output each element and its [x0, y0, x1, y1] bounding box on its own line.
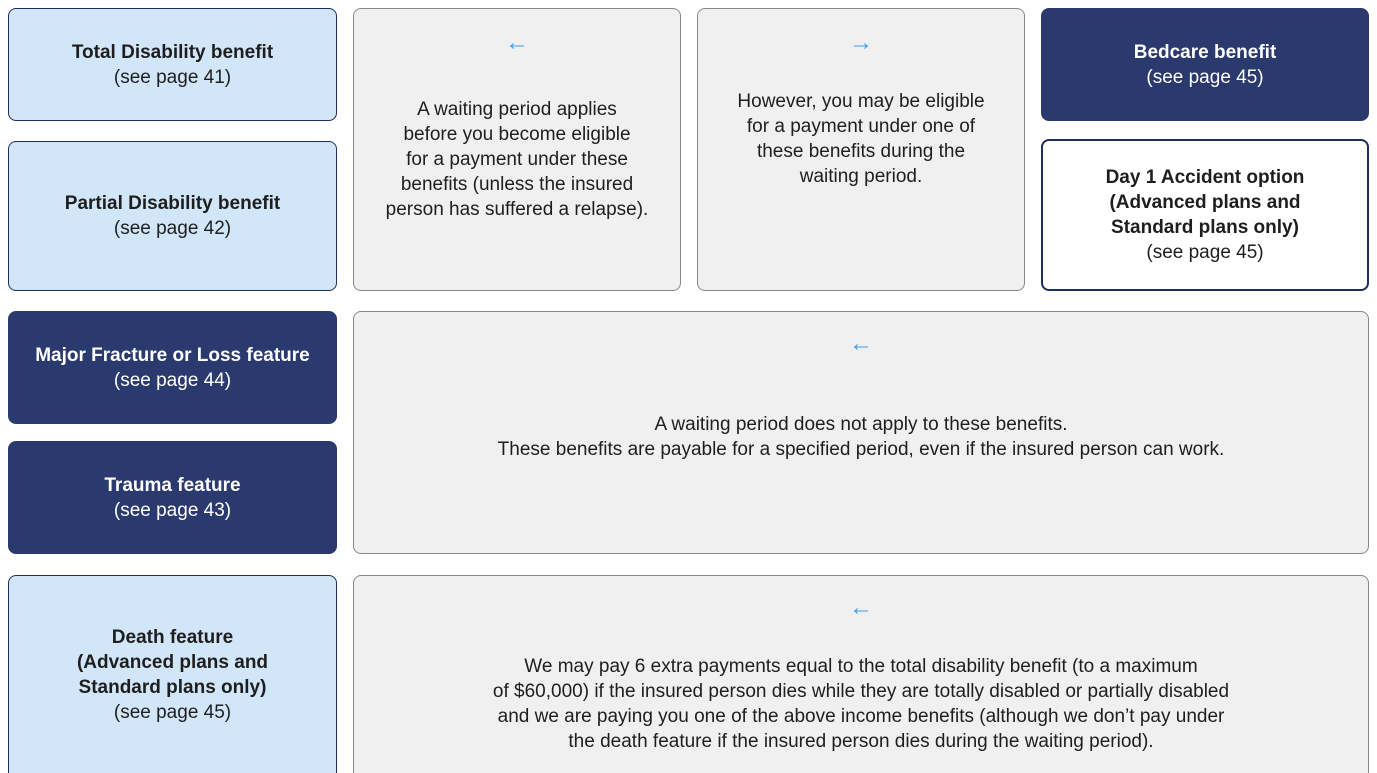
bedcare-ref: (see page 45) [1146, 66, 1264, 88]
text-line: A waiting period does not apply to these… [654, 413, 1068, 435]
arrow-left-icon: ← [849, 594, 873, 621]
total-disability-ref: (see page 41) [113, 66, 232, 88]
partial-disability-ref: (see page 42) [113, 218, 232, 239]
eligible-during-wait-note: → However, you may be eligible for a pay… [697, 8, 1025, 291]
bedcare-title: Bedcare benefit [1133, 41, 1277, 63]
trauma-title: Trauma feature [104, 474, 241, 496]
waiting-period-applies-note: ← A waiting period applies before you be… [353, 8, 681, 291]
text-line: for a payment under one of [746, 115, 976, 137]
death-feature-title-line-3: Standard plans only) [78, 676, 267, 698]
death-payments-note: ← We may pay 6 extra payments equal to t… [353, 575, 1369, 773]
text-line: However, you may be eligible [737, 90, 985, 112]
text-line: before you become eligible [403, 124, 631, 145]
text-line: These benefits are payable for a specifi… [497, 438, 1225, 460]
day1-accident-title-line-2: (Advanced plans and [1109, 192, 1301, 213]
bedcare-box: Bedcare benefit (see page 45) [1041, 8, 1369, 121]
death-feature-ref: (see page 45) [113, 701, 232, 723]
total-disability-title: Total Disability benefit [71, 41, 274, 63]
no-waiting-period-text: A waiting period does not apply to these… [486, 412, 1237, 462]
death-feature-title-line-1: Death feature [111, 626, 234, 648]
text-line: the death feature if the insured person … [568, 730, 1154, 752]
text-line: We may pay 6 extra payments equal to the… [524, 655, 1198, 677]
arrow-left-icon: ← [505, 29, 529, 56]
total-disability-box: Total Disability benefit (see page 41) [8, 8, 337, 121]
major-fracture-ref: (see page 44) [113, 369, 232, 391]
day1-accident-box: Day 1 Accident option (Advanced plans an… [1041, 139, 1369, 291]
death-feature-title-line-2: (Advanced plans and [76, 651, 269, 673]
eligible-during-wait-text: However, you may be eligible for a payme… [725, 89, 996, 189]
text-line: benefits (unless the insured [400, 174, 634, 195]
text-line: person has suffered a relapse). [385, 199, 649, 220]
partial-disability-box: Partial Disability benefit (see page 42) [8, 141, 337, 291]
text-line: for a payment under these [406, 149, 628, 170]
text-line: and we are paying you one of the above i… [497, 705, 1225, 727]
waiting-period-applies-text: A waiting period applies before you beco… [374, 97, 661, 222]
text-line: these benefits during the [756, 140, 966, 162]
trauma-ref: (see page 43) [113, 499, 232, 521]
death-feature-box: Death feature (Advanced plans and Standa… [8, 575, 337, 773]
arrow-right-icon: → [849, 29, 873, 56]
major-fracture-title: Major Fracture or Loss feature [35, 344, 310, 366]
partial-disability-title: Partial Disability benefit [64, 193, 281, 214]
arrow-left-icon: ← [849, 330, 873, 357]
day1-accident-title-line-3: Standard plans only) [1111, 217, 1299, 238]
day1-accident-ref: (see page 45) [1146, 242, 1264, 263]
text-line: of $60,000) if the insured person dies w… [492, 680, 1230, 702]
no-waiting-period-note: ← A waiting period does not apply to the… [353, 311, 1369, 554]
text-line: waiting period. [799, 165, 923, 187]
death-payments-text: We may pay 6 extra payments equal to the… [481, 654, 1241, 754]
major-fracture-box: Major Fracture or Loss feature (see page… [8, 311, 337, 424]
text-line: A waiting period applies [417, 99, 617, 120]
trauma-box: Trauma feature (see page 43) [8, 441, 337, 554]
day1-accident-title-line-1: Day 1 Accident option [1105, 167, 1305, 188]
